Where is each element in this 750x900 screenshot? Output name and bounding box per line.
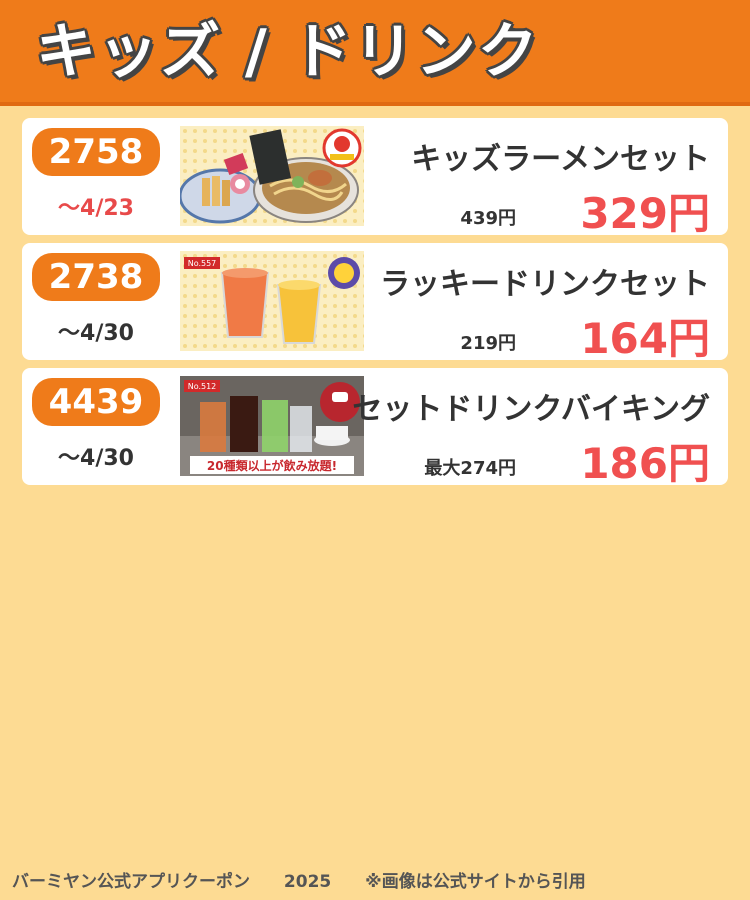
image-banner-text: 20種類以上が飲み放題! — [207, 458, 337, 473]
coupon-code-badge: 2758 — [32, 128, 160, 176]
coupon-expiry: 〜4/23 — [58, 196, 134, 221]
coupon-image-drink-bar: No.512 20種類以上が飲み放題! — [180, 376, 364, 476]
coupon-expiry: 〜4/30 — [58, 446, 134, 471]
coupon-original-price: 219円 — [460, 333, 516, 354]
coupon-code-badge: 4439 — [32, 378, 160, 426]
page-footer: バーミヤン公式アプリクーポン 2025 ※画像は公式サイトから引用 — [12, 867, 738, 892]
page-header: キッズ / ドリンク — [0, 0, 750, 106]
page-title: キッズ / ドリンク — [36, 17, 540, 87]
coupon-card[interactable]: 2758 〜4/23 キッズラーメンセット 439円 329円 — [22, 118, 728, 238]
footer-note: ※画像は公式サイトから引用 — [365, 872, 586, 892]
coupon-image-kids-ramen — [180, 126, 364, 226]
coupon-image-lucky-drink: No.557 — [180, 251, 364, 351]
footer-year: 2025 — [283, 872, 332, 892]
coupon-original-price: 最大274円 — [424, 458, 516, 479]
coupon-sale-price: 186円 — [580, 439, 710, 488]
coupon-code-badge: 2738 — [32, 253, 160, 301]
coupon-card[interactable]: 4439 〜4/30 No.512 20種類以上が飲み放題! セットドリンクバイ… — [22, 368, 728, 488]
coupon-sale-price: 329円 — [580, 189, 710, 238]
coupon-expiry: 〜4/30 — [58, 321, 134, 346]
footer-source: バーミヤン公式アプリクーポン — [12, 872, 250, 892]
coupon-original-price: 439円 — [460, 208, 516, 229]
coupon-sale-price: 164円 — [580, 314, 710, 363]
image-badge-text: No.512 — [188, 382, 217, 391]
image-badge-text: No.557 — [188, 259, 217, 268]
coupon-item-name: ラッキードリンクセット — [380, 267, 710, 302]
coupon-item-name: セットドリンクバイキング — [352, 392, 710, 427]
coupon-item-name: キッズラーメンセット — [411, 142, 710, 177]
coupon-card[interactable]: 2738 〜4/30 No.557 ラッキードリンクセット 219円 164円 — [22, 243, 728, 363]
